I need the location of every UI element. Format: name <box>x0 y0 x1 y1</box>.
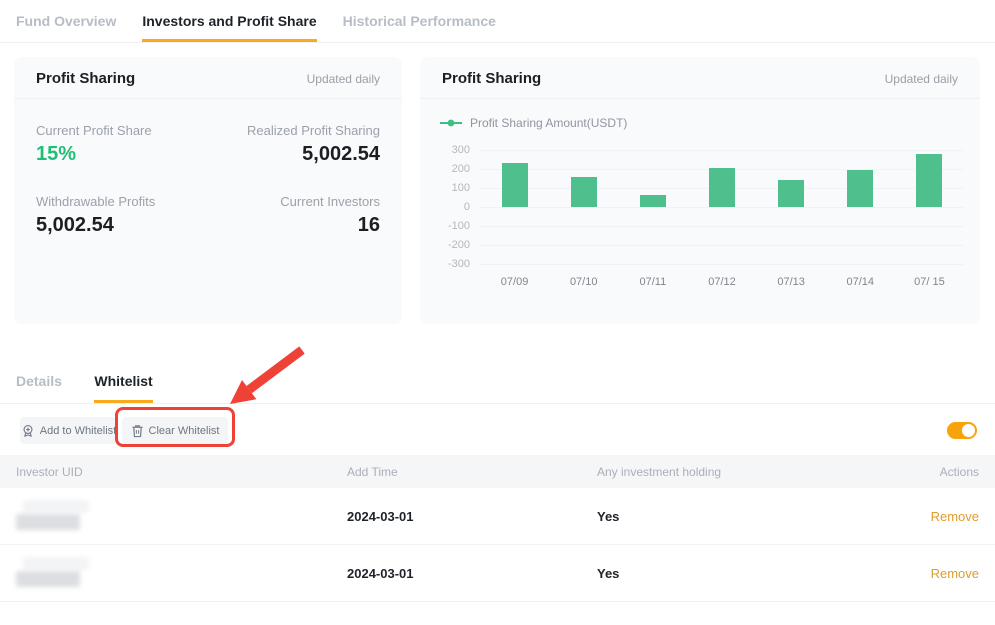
y-tick-label: 0 <box>464 201 470 213</box>
bar-slot <box>687 150 756 264</box>
stat-label: Realized Profit Sharing <box>208 123 380 138</box>
bar-07/13 <box>778 180 804 207</box>
x-tick-label: 07/12 <box>687 276 756 288</box>
tab-historical-performance[interactable]: Historical Performance <box>343 13 496 42</box>
bar-slot <box>895 150 964 264</box>
redaction-blur <box>23 557 89 570</box>
stat-realized-profit-sharing: Realized Profit Sharing 5,002.54 <box>208 123 380 166</box>
stat-value: 16 <box>208 214 380 237</box>
bar-07/12 <box>709 168 735 207</box>
stat-label: Current Investors <box>208 194 380 209</box>
bar-slot <box>826 150 895 264</box>
trash-icon <box>131 424 144 438</box>
x-tick-label: 07/ 15 <box>895 276 964 288</box>
stat-value: 5,002.54 <box>208 143 380 166</box>
profit-sharing-chart-card: Profit Sharing Updated daily Profit Shar… <box>420 57 980 324</box>
seal-plus-icon <box>21 424 35 438</box>
stat-current-investors: Current Investors 16 <box>208 194 380 237</box>
add-to-whitelist-button[interactable]: Add to Whitelist <box>20 417 117 444</box>
stats-grid: Current Profit Share 15% Realized Profit… <box>14 99 402 261</box>
stats-card-header: Profit Sharing Updated daily <box>14 57 402 99</box>
chart-card-header: Profit Sharing Updated daily <box>420 57 980 99</box>
add-to-whitelist-label: Add to Whitelist <box>40 425 116 437</box>
bar-07/09 <box>502 163 528 207</box>
bar-07/14 <box>847 170 873 207</box>
tab-details[interactable]: Details <box>16 366 62 403</box>
stat-value: 15% <box>36 143 208 166</box>
clear-whitelist-wrapper: Clear Whitelist <box>122 417 228 444</box>
redaction-blur <box>16 514 80 530</box>
stat-current-profit-share: Current Profit Share 15% <box>36 123 208 166</box>
bar-slot <box>757 150 826 264</box>
remove-link[interactable]: Remove <box>931 566 979 581</box>
tab-investors-and-profit-share[interactable]: Investors and Profit Share <box>142 13 316 42</box>
y-tick-label: -200 <box>448 239 470 251</box>
stats-card-updated-label: Updated daily <box>307 72 380 86</box>
stat-label: Current Profit Share <box>36 123 208 138</box>
holding-cell: Yes <box>597 509 931 524</box>
tab-fund-overview[interactable]: Fund Overview <box>16 13 116 42</box>
top-tab-bar: Fund Overview Investors and Profit Share… <box>0 0 995 43</box>
x-tick-label: 07/13 <box>757 276 826 288</box>
column-header-actions: Actions <box>940 465 979 479</box>
stat-value: 5,002.54 <box>36 214 208 237</box>
table-header-row: Investor UID Add Time Any investment hol… <box>0 455 995 488</box>
summary-cards-row: Profit Sharing Updated daily Current Pro… <box>14 57 980 324</box>
chart-plot-area <box>480 150 964 264</box>
y-tick-label: -100 <box>448 220 470 232</box>
legend-label: Profit Sharing Amount(USDT) <box>470 116 627 130</box>
clear-whitelist-button[interactable]: Clear Whitelist <box>122 417 228 444</box>
stat-label: Withdrawable Profits <box>36 194 208 209</box>
table-row: 2024-03-01 Yes Remove <box>0 488 995 545</box>
table-row: 2024-03-01 Yes Remove <box>0 545 995 602</box>
y-tick-label: 300 <box>452 144 470 156</box>
chart-card-title: Profit Sharing <box>442 70 541 87</box>
bar-slot <box>549 150 618 264</box>
x-tick-label: 07/11 <box>618 276 687 288</box>
detail-tab-bar: Details Whitelist <box>0 366 995 404</box>
chart-card-updated-label: Updated daily <box>885 72 958 86</box>
whitelist-toggle[interactable] <box>947 422 977 439</box>
profit-sharing-stats-card: Profit Sharing Updated daily Current Pro… <box>14 57 402 324</box>
stats-card-title: Profit Sharing <box>36 70 135 87</box>
bar-07/15 <box>916 154 942 207</box>
x-tick-label: 07/14 <box>826 276 895 288</box>
investor-uid-redacted <box>16 500 94 532</box>
stat-withdrawable-profits: Withdrawable Profits 5,002.54 <box>36 194 208 237</box>
y-tick-label: 200 <box>452 163 470 175</box>
toggle-knob <box>962 424 975 437</box>
clear-whitelist-label: Clear Whitelist <box>149 425 220 437</box>
gridline <box>480 264 964 265</box>
chart-legend: Profit Sharing Amount(USDT) <box>420 99 980 130</box>
investor-uid-redacted <box>16 557 94 589</box>
y-tick-label: 100 <box>452 182 470 194</box>
remove-link[interactable]: Remove <box>931 509 979 524</box>
holding-cell: Yes <box>597 566 931 581</box>
add-time-cell: 2024-03-01 <box>347 509 597 524</box>
chart-x-axis: 07/0907/1007/1107/1207/1307/1407/ 15 <box>480 276 964 288</box>
column-header-add-time: Add Time <box>347 465 597 479</box>
x-tick-label: 07/09 <box>480 276 549 288</box>
column-header-any-investment-holding: Any investment holding <box>597 465 940 479</box>
column-header-investor-uid: Investor UID <box>16 465 347 479</box>
redaction-blur <box>23 500 89 513</box>
legend-line-dot-marker <box>440 119 462 127</box>
bar-07/10 <box>571 177 597 207</box>
bar-slot <box>618 150 687 264</box>
whitelist-table: Investor UID Add Time Any investment hol… <box>0 455 995 602</box>
bar-slot <box>480 150 549 264</box>
tab-whitelist[interactable]: Whitelist <box>94 366 152 403</box>
y-tick-label: -300 <box>448 258 470 270</box>
redaction-blur <box>16 571 80 587</box>
add-time-cell: 2024-03-01 <box>347 566 597 581</box>
bar-07/11 <box>640 195 666 207</box>
chart-bars <box>480 150 964 264</box>
chart-y-axis: 3002001000-100-200-300 <box>436 150 480 264</box>
whitelist-toolbar: Add to Whitelist Clear Whitelist <box>20 417 977 444</box>
bar-chart: 3002001000-100-200-300 <box>436 150 964 264</box>
fund-management-page: Fund Overview Investors and Profit Share… <box>0 0 995 625</box>
x-tick-label: 07/10 <box>549 276 618 288</box>
